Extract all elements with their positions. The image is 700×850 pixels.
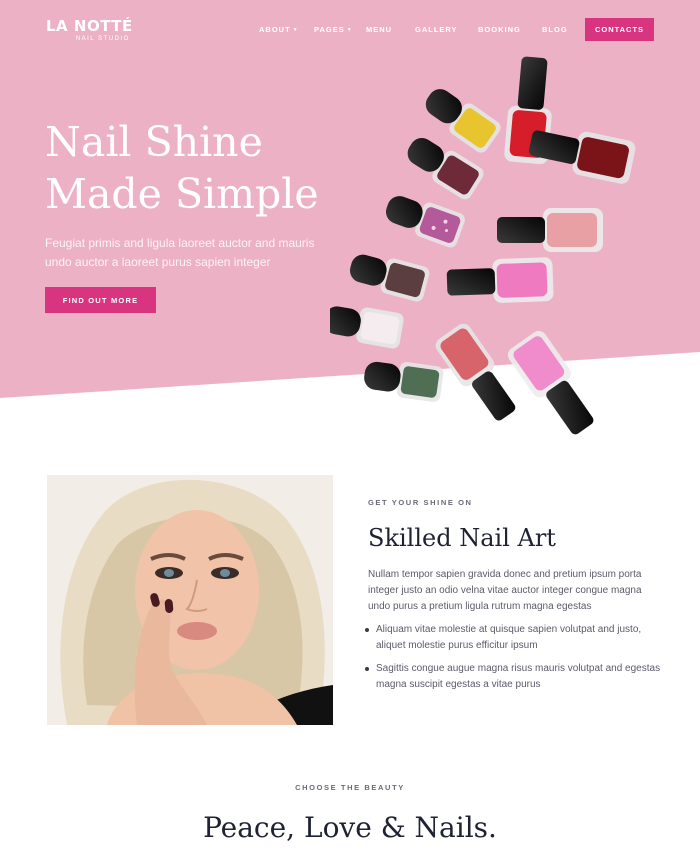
bullet-icon (365, 667, 369, 671)
hero-section: LA NOTTÉ NAIL STUDIO ABOUT ▼ PAGES ▼ MEN… (0, 0, 700, 435)
nav-item-label: ABOUT (259, 25, 291, 34)
list-item: Sagittis congue augue magna risus mauris… (362, 661, 662, 693)
next-section-title: Peace, Love & Nails. (203, 811, 497, 844)
nail-polish-bottles-image (330, 56, 636, 435)
bullet-icon (365, 628, 369, 632)
hero-subtitle: Feugiat primis and ligula laoreet auctor… (45, 236, 315, 269)
nav-item-blog[interactable]: BLOG (542, 25, 568, 34)
model-portrait-image (47, 475, 333, 725)
feature-bullet-list: Aliquam vitae molestie at quisque sapien… (362, 622, 662, 700)
polish-bottle (446, 257, 554, 303)
nav-item-pages[interactable]: PAGES ▼ (314, 25, 353, 34)
hero-title-line: Made Simple (45, 170, 319, 218)
feature-title: Skilled Nail Art (368, 524, 556, 552)
polish-bottle (385, 196, 465, 248)
nav-item-label: MENU (366, 25, 393, 34)
find-out-more-button[interactable]: FIND OUT MORE (45, 287, 156, 313)
polish-bottle (364, 361, 444, 402)
nav-item-label: GALLERY (415, 25, 458, 34)
hero-title: Nail Shine Made Simple (45, 116, 365, 220)
list-item: Aliquam vitae molestie at quisque sapien… (362, 622, 662, 654)
polish-bottle (349, 254, 430, 302)
logo-tagline: NAIL STUDIO (75, 36, 130, 42)
nav-item-label: BLOG (542, 25, 568, 34)
list-item-text: Sagittis congue augue magna risus mauris… (376, 663, 661, 690)
polish-bottle (435, 323, 516, 421)
polish-bottle (507, 330, 594, 435)
nav-item-menu[interactable]: MENU (366, 25, 392, 34)
nav-item-gallery[interactable]: GALLERY (415, 25, 458, 34)
list-item-text: Aliquam vitae molestie at quisque sapien… (376, 624, 642, 651)
site-logo[interactable]: LA NOTTÉ NAIL STUDIO (46, 18, 133, 42)
polish-bottle (497, 208, 603, 252)
hero-title-line: Nail Shine (45, 118, 263, 166)
feature-paragraph: Nullam tempor sapien gravida donec and p… (368, 569, 642, 612)
nav-item-label: BOOKING (478, 25, 521, 34)
logo-name: LA NOTTÉ (46, 17, 133, 35)
chevron-down-icon: ▼ (346, 26, 353, 33)
nav-item-label: PAGES (314, 25, 345, 34)
next-section-eyebrow: CHOOSE THE BEAUTY (295, 783, 405, 792)
nav-item-booking[interactable]: BOOKING (478, 25, 521, 34)
nav-item-about[interactable]: ABOUT ▼ (259, 25, 299, 34)
chevron-down-icon: ▼ (292, 26, 299, 33)
polish-bottle (330, 306, 404, 349)
feature-eyebrow: GET YOUR SHINE ON (368, 498, 473, 507)
contacts-button[interactable]: CONTACTS (585, 18, 654, 41)
